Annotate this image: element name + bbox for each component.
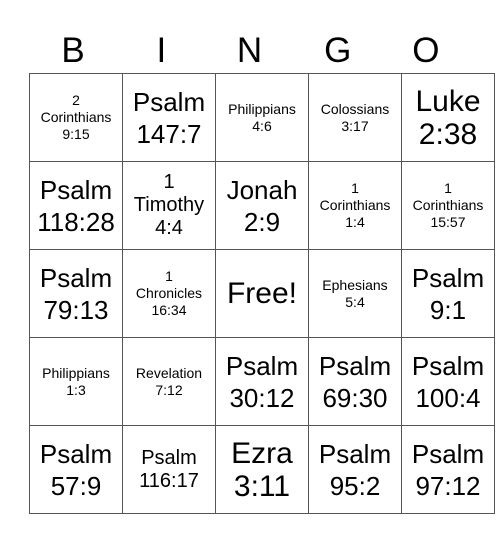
cell-text: Free! bbox=[226, 276, 298, 310]
bingo-cell[interactable]: Psalm 9:1 bbox=[401, 249, 495, 338]
bingo-cell[interactable]: Ephesians 5:4 bbox=[308, 249, 402, 338]
bingo-cell[interactable]: Psalm 118:28 bbox=[29, 161, 123, 250]
bingo-cell[interactable]: Ezra 3:11 bbox=[215, 425, 309, 514]
cell-text: 1 Corinthians 1:4 bbox=[319, 180, 391, 230]
cell-text: Psalm 57:9 bbox=[39, 438, 113, 501]
bingo-cell[interactable]: 1 Chronicles 16:34 bbox=[122, 249, 216, 338]
bingo-cell[interactable]: Revelation 7:12 bbox=[122, 337, 216, 426]
cell-text: 1 Timothy 4:4 bbox=[133, 171, 205, 239]
header-letter-g: G bbox=[324, 31, 352, 70]
bingo-cell[interactable]: 1 Corinthians 15:57 bbox=[401, 161, 495, 250]
bingo-row: Psalm 57:9 Psalm 116:17 Ezra 3:11 Psalm 95:2 Psa… bbox=[29, 425, 495, 514]
bingo-cell[interactable]: Psalm 30:12 bbox=[215, 337, 309, 426]
bingo-cell[interactable]: Colossians 3:17 bbox=[308, 73, 402, 162]
bingo-cell[interactable]: 2 Corinthians 9:15 bbox=[29, 73, 123, 162]
cell-text: Psalm 147:7 bbox=[132, 86, 206, 149]
bingo-row: Psalm 118:28 1 Timothy 4:4 Jonah 2:9 1 Corinthia… bbox=[29, 161, 495, 250]
cell-text: Philippians 1:3 bbox=[42, 364, 110, 398]
bingo-row: Philippians 1:3 Revelation 7:12 Psalm 30:12 Ps… bbox=[29, 337, 495, 426]
cell-text: Psalm 79:13 bbox=[39, 262, 113, 325]
bingo-cell[interactable]: Psalm 57:9 bbox=[29, 425, 123, 514]
bingo-cell[interactable]: Philippians 1:3 bbox=[29, 337, 123, 426]
cell-text: Psalm 95:2 bbox=[318, 438, 392, 501]
bingo-cell[interactable]: Psalm 79:13 bbox=[29, 249, 123, 338]
cell-text: Colossians 3:17 bbox=[320, 100, 390, 134]
bingo-row: 2 Corinthians 9:15 Psalm 147:7 Philippians 4:6… bbox=[29, 73, 495, 162]
cell-text: Psalm 116:17 bbox=[139, 446, 199, 492]
bingo-cell[interactable]: Psalm 147:7 bbox=[122, 73, 216, 162]
cell-text: Luke 2:38 bbox=[415, 84, 481, 151]
cell-text: Psalm 69:30 bbox=[318, 350, 392, 413]
bingo-cell[interactable]: Jonah 2:9 bbox=[215, 161, 309, 250]
cell-text: Psalm 97:12 bbox=[411, 438, 485, 501]
free-space-cell[interactable]: Free! bbox=[215, 249, 309, 338]
cell-text: Ezra 3:11 bbox=[231, 436, 293, 503]
cell-text: 1 Corinthians 15:57 bbox=[412, 180, 484, 230]
cell-text: Psalm 9:1 bbox=[411, 262, 485, 325]
cell-text: Philippians 4:6 bbox=[228, 100, 296, 134]
bingo-header: B I N G O bbox=[29, 30, 470, 72]
bingo-cell[interactable]: Psalm 69:30 bbox=[308, 337, 402, 426]
bingo-cell[interactable]: Philippians 4:6 bbox=[215, 73, 309, 162]
cell-text: Psalm 100:4 bbox=[411, 350, 485, 413]
bingo-cell[interactable]: 1 Corinthians 1:4 bbox=[308, 161, 402, 250]
bingo-cell[interactable]: Psalm 116:17 bbox=[122, 425, 216, 514]
cell-text: 2 Corinthians 9:15 bbox=[40, 92, 112, 142]
header-letter-n: N bbox=[236, 31, 263, 70]
bingo-cell[interactable]: Luke 2:38 bbox=[401, 73, 495, 162]
bingo-cell[interactable]: Psalm 95:2 bbox=[308, 425, 402, 514]
cell-text: 1 Chronicles 16:34 bbox=[135, 268, 203, 318]
header-letter-i: I bbox=[156, 31, 167, 70]
cell-text: Psalm 30:12 bbox=[225, 350, 299, 413]
header-letter-b: B bbox=[61, 31, 85, 70]
bingo-grid: 2 Corinthians 9:15 Psalm 147:7 Philippians 4:6… bbox=[29, 73, 495, 514]
bingo-cell[interactable]: Psalm 100:4 bbox=[401, 337, 495, 426]
cell-text: Revelation 7:12 bbox=[135, 364, 203, 398]
cell-text: Psalm 118:28 bbox=[37, 174, 115, 237]
header-letter-o: O bbox=[412, 31, 440, 70]
bingo-row: Psalm 79:13 1 Chronicles 16:34 Free! Ephesians… bbox=[29, 249, 495, 338]
cell-text: Ephesians 5:4 bbox=[322, 276, 388, 310]
bingo-cell[interactable]: 1 Timothy 4:4 bbox=[122, 161, 216, 250]
cell-text: Jonah 2:9 bbox=[226, 174, 298, 237]
bingo-cell[interactable]: Psalm 97:12 bbox=[401, 425, 495, 514]
